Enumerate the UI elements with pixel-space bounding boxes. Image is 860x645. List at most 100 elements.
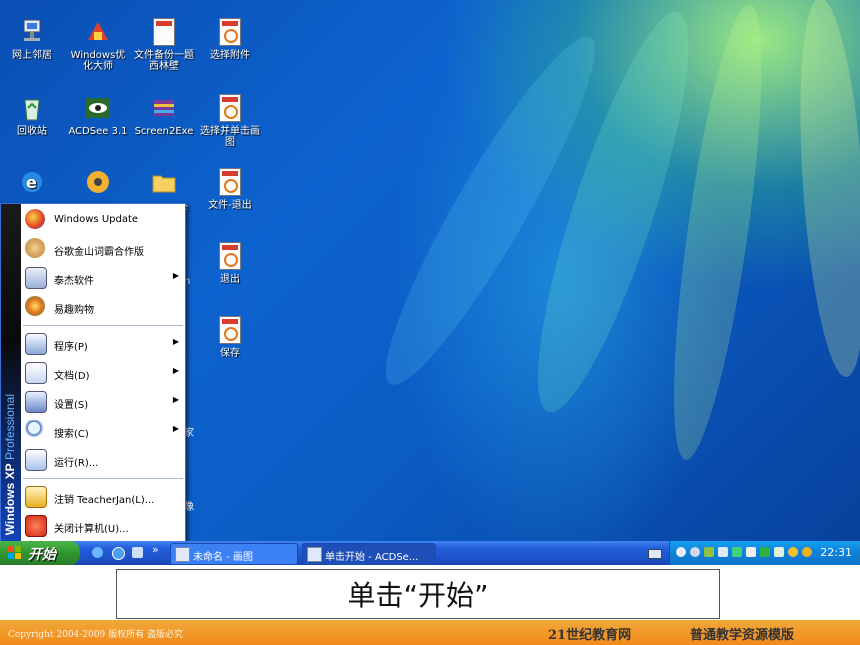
internet-explorer-icon: e: [18, 168, 46, 196]
icon-label: 选择并单击画图: [200, 126, 260, 148]
menu-item-program-group[interactable]: 泰杰软件 ▶: [21, 264, 185, 291]
taskbar-button-acdsee[interactable]: 单击开始 - ACDSe...: [302, 543, 436, 565]
icon-label: Windows优化大师: [70, 50, 126, 72]
start-label: 开始: [28, 547, 56, 563]
optimizer-icon: [84, 18, 112, 46]
network-icon: [18, 18, 46, 46]
caption-box: 单击“开始”: [116, 569, 720, 619]
tray-icon[interactable]: [676, 547, 686, 557]
menu-item-documents[interactable]: 文档(D) ▶: [21, 359, 185, 386]
desktop: 网上邻居 Windows优化大师 文件备份一题 西林壁 选择附件 回收站 ACD…: [0, 0, 860, 565]
tray-icon[interactable]: [774, 547, 784, 557]
desktop-icon-ppt-3[interactable]: 选择并单击画图: [198, 94, 262, 148]
tray-icon[interactable]: [802, 547, 812, 557]
shutdown-icon: [25, 515, 47, 537]
submenu-arrow-icon: ▶: [172, 337, 179, 346]
ppt-file-icon: [153, 18, 175, 46]
menu-item-programs[interactable]: 程序(P) ▶: [21, 330, 185, 357]
folder-icon: [150, 168, 178, 196]
menu-separator: [23, 325, 183, 326]
icon-label: 文件-退出: [208, 200, 252, 211]
desktop-icon-optimizer[interactable]: Windows优化大师: [66, 18, 130, 72]
menu-item-search[interactable]: 搜索(C) ▶: [21, 417, 185, 444]
submenu-arrow-icon: ▶: [172, 424, 179, 433]
windows-update-icon: [25, 209, 45, 229]
desktop-icon-screen2exe[interactable]: Screen2Exe: [132, 94, 196, 137]
sidebar-brand: Windows XP: [3, 463, 17, 535]
quicklaunch-ie-icon[interactable]: [92, 547, 103, 558]
tray-icon[interactable]: [788, 547, 798, 557]
desktop-icon-network[interactable]: 网上邻居: [0, 18, 64, 61]
start-menu: Windows XP Professional Windows Update 谷…: [0, 203, 186, 544]
tray-icon[interactable]: [690, 547, 700, 557]
recycle-bin-icon: [18, 94, 46, 122]
acdsee-icon: [307, 547, 322, 562]
program-group-icon: [25, 267, 47, 289]
menu-item-settings[interactable]: 设置(S) ▶: [21, 388, 185, 415]
wallpaper-ray: [790, 0, 860, 380]
logoff-icon: [25, 486, 47, 508]
copyright-text: Copyright 2004-2009 版权所有 盗版必究: [8, 630, 183, 640]
start-button[interactable]: 开始: [0, 541, 80, 565]
submenu-arrow-icon: ▶: [172, 366, 179, 375]
quicklaunch-more-icon[interactable]: »: [152, 543, 159, 556]
menu-item-logoff[interactable]: 注销 TeacherJan(L)...: [21, 483, 185, 510]
desktop-icon-ie[interactable]: e: [0, 168, 64, 200]
menu-item-dictionary[interactable]: 谷歌金山词霸合作版: [21, 235, 185, 262]
clock[interactable]: 22:31: [820, 546, 852, 559]
documents-icon: [25, 362, 47, 384]
template-name: 普通教学资源模版: [690, 628, 795, 643]
desktop-icon-folder[interactable]: e: [132, 168, 196, 213]
icon-label: 选择附件: [210, 50, 250, 61]
tray-icon[interactable]: [760, 547, 770, 557]
desktop-icon-media[interactable]: [66, 168, 130, 200]
desktop-icon-acdsee[interactable]: ACDSee 3.1: [66, 94, 130, 137]
desktop-icon-ppt-1[interactable]: 文件备份一题 西林壁: [132, 18, 196, 72]
acdsee-icon: [84, 94, 112, 122]
search-icon: [25, 420, 45, 440]
tray-icon[interactable]: [704, 547, 714, 557]
desktop-icon-ppt-5[interactable]: 退出: [198, 242, 262, 285]
footer-bar: Copyright 2004-2009 版权所有 盗版必究 21世纪教育网 普通…: [0, 620, 860, 645]
tray-icon[interactable]: [732, 547, 742, 557]
dictionary-icon: [25, 238, 45, 258]
ppt-file-icon: [219, 242, 241, 270]
run-icon: [25, 449, 47, 471]
icon-label: Screen2Exe: [134, 126, 194, 137]
windows-flag-icon: [8, 546, 21, 559]
icon-label: 退出: [220, 274, 240, 285]
ppt-file-icon: [219, 94, 241, 122]
media-icon: [84, 168, 112, 196]
taskbar-button-paint[interactable]: 未命名 - 画图: [170, 543, 298, 565]
tray-icon[interactable]: [746, 547, 756, 557]
taskbar: 开始 » 未命名 - 画图 单击开始 - ACDSe... 22:31: [0, 541, 860, 565]
desktop-icon-ppt-6[interactable]: 保存: [198, 316, 262, 359]
keyboard-icon[interactable]: [648, 549, 662, 559]
site-name: 21世纪教育网: [548, 628, 632, 643]
sidebar-edition: Professional: [3, 393, 17, 460]
svg-text:e: e: [26, 173, 37, 192]
icon-label: 保存: [220, 348, 240, 359]
caption-text: 单击“开始”: [347, 579, 489, 612]
submenu-arrow-icon: ▶: [172, 271, 179, 280]
menu-item-run[interactable]: 运行(R)...: [21, 446, 185, 473]
shopping-icon: [25, 296, 45, 316]
submenu-arrow-icon: ▶: [172, 395, 179, 404]
icon-label: 网上邻居: [12, 50, 52, 61]
menu-item-windows-update[interactable]: Windows Update: [21, 206, 185, 233]
desktop-icon-recycle-bin[interactable]: 回收站: [0, 94, 64, 137]
settings-icon: [25, 391, 47, 413]
desktop-icon-ppt-2[interactable]: 选择附件: [198, 18, 262, 61]
icon-label: ACDSee 3.1: [68, 126, 128, 137]
ppt-file-icon: [219, 18, 241, 46]
quicklaunch-ie2-icon[interactable]: [112, 547, 125, 560]
ppt-file-icon: [219, 168, 241, 196]
desktop-icon-ppt-4[interactable]: 文件-退出: [198, 168, 262, 211]
menu-item-shopping[interactable]: 易趣购物: [21, 293, 185, 320]
menu-separator: [23, 478, 183, 479]
start-menu-sidebar: Windows XP Professional: [1, 204, 21, 543]
menu-item-shutdown[interactable]: 关闭计算机(U)...: [21, 512, 185, 539]
programs-icon: [25, 333, 47, 355]
tray-icon[interactable]: [718, 547, 728, 557]
quicklaunch-media-icon[interactable]: [132, 547, 143, 558]
